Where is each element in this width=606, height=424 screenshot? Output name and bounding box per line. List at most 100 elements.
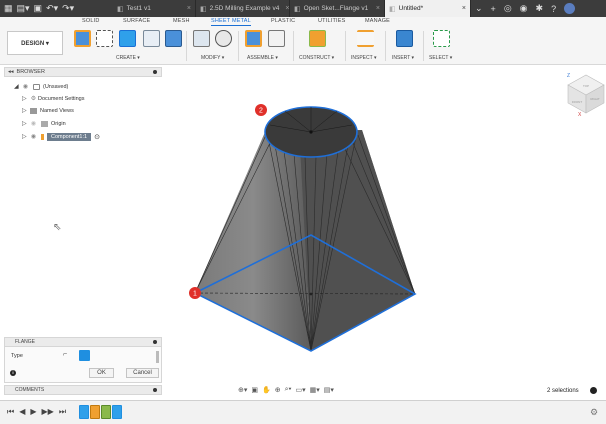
new-component-icon[interactable] — [74, 30, 91, 47]
marker-2[interactable]: 2 — [255, 104, 267, 116]
flange-panel-header[interactable]: FLANGE — [4, 337, 162, 347]
avatar[interactable] — [564, 3, 576, 14]
activate-radio-icon[interactable]: ⊙ — [94, 133, 100, 141]
go-to-end-icon[interactable]: ⏭ — [59, 407, 66, 417]
close-icon[interactable]: × — [181, 5, 191, 12]
joint-icon[interactable] — [268, 30, 285, 47]
visibility-eye-icon[interactable]: ◉ — [29, 120, 38, 127]
timeline-feature-flange[interactable] — [112, 405, 122, 419]
fit-icon[interactable]: ⌕▾ — [285, 386, 292, 394]
insert-group-label[interactable]: INSERT ▾ — [392, 55, 414, 61]
new-component-assemble-icon[interactable] — [245, 30, 262, 47]
create-group-label[interactable]: CREATE ▾ — [116, 55, 140, 61]
timeline-feature-sketch2[interactable] — [90, 405, 100, 419]
flange-icon[interactable] — [119, 30, 136, 47]
expanded-triangle-icon[interactable]: ◢ — [14, 83, 21, 90]
tab-utilities[interactable]: UTILITIES — [318, 18, 345, 24]
notifications-icon[interactable]: ✱ — [536, 3, 544, 14]
redo-icon[interactable]: ↷▾ — [62, 0, 74, 17]
body-face-front-left[interactable] — [195, 130, 311, 351]
tab-list-icon[interactable]: ⌄ — [475, 3, 483, 14]
modify-group-label[interactable]: MODIFY ▾ — [201, 55, 224, 61]
marker-1[interactable]: 1 — [189, 287, 201, 299]
file-menu-icon[interactable]: ▤▾ — [17, 0, 30, 17]
collapsed-triangle-icon[interactable]: ▷ — [22, 120, 29, 127]
tab-plastic[interactable]: PLASTIC — [271, 18, 295, 24]
tree-item-component[interactable]: ▷ ◉ Component1:1 ⊙ — [22, 131, 100, 142]
close-icon[interactable]: × — [279, 5, 289, 12]
collapse-icon[interactable]: ◂◂ — [8, 69, 14, 75]
timeline-feature-plane[interactable] — [101, 405, 111, 419]
tab-manage[interactable]: MANAGE — [365, 18, 390, 24]
timeline-settings-gear-icon[interactable]: ⚙ — [590, 407, 598, 418]
construct-group-label[interactable]: CONSTRUCT ▾ — [299, 55, 334, 61]
select-window-icon[interactable] — [433, 30, 450, 47]
extensions-icon[interactable]: ◎ — [504, 3, 512, 14]
close-icon[interactable]: × — [370, 5, 380, 12]
document-icon: ◧ — [117, 5, 124, 13]
step-back-icon[interactable]: ◀ — [19, 407, 25, 417]
panel-pin-icon[interactable] — [153, 340, 157, 344]
doc-tab-flange[interactable]: ◧ Open Sket...Flange v1 × — [290, 0, 385, 17]
new-tab-icon[interactable]: + — [491, 4, 496, 14]
save-icon[interactable]: ▣ — [34, 0, 43, 17]
collapsed-triangle-icon[interactable]: ▷ — [22, 133, 29, 140]
pan-icon[interactable]: ✋ — [262, 386, 271, 394]
dialog-scrollbar[interactable] — [156, 351, 159, 363]
tab-mesh[interactable]: MESH — [173, 18, 190, 24]
look-at-icon[interactable]: ▣ — [251, 386, 258, 394]
undo-icon[interactable]: ↶▾ — [46, 0, 58, 17]
tree-item-named-views[interactable]: ▷ Named Views — [22, 105, 74, 116]
insert-image-icon[interactable] — [396, 30, 413, 47]
tab-solid[interactable]: SOLID — [82, 18, 100, 24]
grid-settings-icon[interactable]: ▦▾ — [310, 386, 320, 394]
display-settings-icon[interactable]: ▭▾ — [295, 386, 305, 394]
workspace-switcher-button[interactable]: DESIGN ▾ — [7, 31, 63, 55]
close-icon[interactable]: × — [456, 5, 466, 12]
help-icon[interactable]: ? — [551, 4, 556, 14]
measure-icon[interactable] — [357, 30, 374, 47]
flange-type-selected-icon[interactable] — [79, 350, 90, 361]
flange-type-edge-icon[interactable]: ⌐ — [63, 351, 73, 360]
contour-flange-icon[interactable] — [143, 30, 160, 47]
inspect-group-label[interactable]: INSPECT ▾ — [351, 55, 376, 61]
panel-pin-icon[interactable] — [153, 388, 157, 392]
play-icon[interactable]: ▶ — [30, 407, 36, 417]
viewports-icon[interactable]: ▤▾ — [324, 386, 334, 394]
collapsed-triangle-icon[interactable]: ▷ — [22, 107, 29, 114]
timeline-feature-sketch[interactable] — [79, 405, 89, 419]
doc-tab-untitled[interactable]: ◧ Untitled* × — [385, 0, 471, 17]
browser-panel-header[interactable]: ◂◂ BROWSER — [4, 67, 162, 77]
tab-sheet-metal[interactable]: SHEET METAL — [211, 18, 251, 26]
select-group-label[interactable]: SELECT ▾ — [429, 55, 452, 61]
create-sketch-icon[interactable] — [96, 30, 113, 47]
info-icon[interactable]: i — [10, 370, 16, 376]
collapsed-triangle-icon[interactable]: ▷ — [22, 95, 29, 102]
offset-plane-icon[interactable] — [309, 30, 326, 47]
unfold-icon[interactable] — [193, 30, 210, 47]
cancel-button[interactable]: Cancel — [126, 368, 159, 378]
orbit-icon[interactable]: ⊕▾ — [238, 386, 247, 394]
step-forward-icon[interactable]: ▶▶ — [42, 407, 54, 417]
doc-tab-milling[interactable]: ◧ 2.5D Milling Example v4 × — [196, 0, 290, 17]
visibility-eye-icon[interactable]: ◉ — [29, 133, 38, 140]
grid-menu-icon[interactable]: ▦ — [4, 0, 13, 17]
ok-button[interactable]: OK — [89, 368, 114, 378]
document-icon: ◧ — [200, 5, 207, 13]
tree-item-document-settings[interactable]: ▷ ⚙ Document Settings — [22, 93, 84, 104]
selection-filter-icon[interactable] — [590, 387, 597, 394]
assemble-group-label[interactable]: ASSEMBLE ▾ — [247, 55, 278, 61]
doc-tab-test1[interactable]: ◧ Test1 v1 × — [113, 0, 196, 17]
tree-root[interactable]: ◢ ◉ (Unsaved) — [14, 81, 68, 92]
visibility-eye-icon[interactable]: ◉ — [21, 83, 30, 90]
tree-item-origin[interactable]: ▷ ◉ Origin — [22, 118, 66, 129]
go-to-start-icon[interactable]: ⏮ — [7, 407, 14, 417]
zoom-icon[interactable]: ⊕ — [275, 386, 281, 394]
comments-panel-header[interactable]: COMMENTS — [4, 385, 162, 395]
tab-surface[interactable]: SURFACE — [123, 18, 150, 24]
job-status-icon[interactable]: ◉ — [520, 3, 528, 14]
extrude-icon[interactable] — [165, 30, 182, 47]
view-cube[interactable]: TOP FRONT RIGHT Z X — [567, 73, 605, 118]
panel-pin-icon[interactable] — [153, 70, 157, 74]
refold-icon[interactable] — [215, 30, 232, 47]
